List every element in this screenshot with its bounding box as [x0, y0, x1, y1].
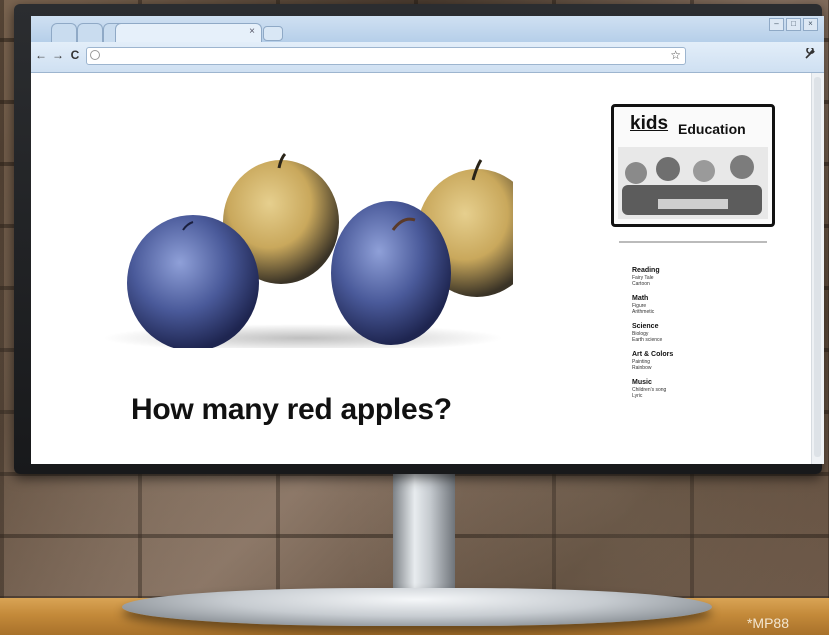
- minimize-button[interactable]: –: [769, 18, 784, 31]
- reload-icon[interactable]: C: [68, 48, 82, 62]
- menu-item-reading[interactable]: Reading: [632, 267, 752, 275]
- menu-item-science[interactable]: Science: [632, 323, 752, 331]
- menu-group-reading: Reading Fairy Tale Cartoon: [632, 267, 752, 287]
- menu-group-music: Music Children's song Lyric: [632, 379, 752, 399]
- menu-subitem[interactable]: Arithmetic: [632, 309, 752, 315]
- blue-apple-right: [331, 201, 451, 345]
- monitor-bezel: × – □ × ← → C ☆ How many red apples? kid…: [14, 4, 824, 474]
- maximize-button[interactable]: □: [786, 18, 801, 31]
- logo-education-text: Education: [678, 121, 746, 137]
- browser-tab[interactable]: [77, 23, 103, 43]
- menu-subitem[interactable]: Rainbow: [632, 365, 752, 371]
- back-arrow-icon[interactable]: ←: [34, 48, 48, 62]
- page-globe-icon: [90, 50, 100, 60]
- close-window-button[interactable]: ×: [803, 18, 818, 31]
- browser-tab-active[interactable]: ×: [115, 23, 262, 43]
- watermark-text: *MP88: [746, 615, 789, 631]
- address-bar[interactable]: ☆: [86, 47, 686, 65]
- menu-group-art: Art & Colors Painting Rainbow: [632, 351, 752, 371]
- sidebar-menu: Reading Fairy Tale Cartoon Math Figure A…: [632, 267, 752, 407]
- wrench-icon[interactable]: [804, 46, 816, 63]
- children-reading-photo: [618, 147, 768, 219]
- menu-item-music[interactable]: Music: [632, 379, 752, 387]
- window-controls: – □ ×: [769, 18, 818, 31]
- menu-subitem[interactable]: Lyric: [632, 393, 752, 399]
- logo-kids-text: kids: [630, 113, 669, 134]
- apples-illustration: [103, 152, 513, 348]
- menu-group-science: Science Biology Earth science: [632, 323, 752, 343]
- sidebar-divider: [619, 241, 767, 243]
- browser-toolbar: ← → C ☆: [31, 42, 824, 73]
- menu-item-math[interactable]: Math: [632, 295, 752, 303]
- browser-tab[interactable]: [51, 23, 77, 43]
- bookmark-star-icon[interactable]: ☆: [670, 48, 681, 62]
- menu-item-art-colors[interactable]: Art & Colors: [632, 351, 752, 359]
- monitor-stand-base: [122, 588, 712, 626]
- web-page-content: How many red apples? kids Education Read…: [31, 73, 809, 464]
- forward-arrow-icon[interactable]: →: [51, 48, 65, 62]
- new-tab-button[interactable]: [263, 26, 283, 41]
- tab-close-icon[interactable]: ×: [249, 26, 255, 37]
- blue-apple-left: [127, 215, 259, 348]
- menu-subitem[interactable]: Earth science: [632, 337, 752, 343]
- browser-window: × – □ × ← → C ☆ How many red apples? kid…: [31, 16, 824, 464]
- menu-subitem[interactable]: Cartoon: [632, 281, 752, 287]
- tab-strip: × – □ ×: [31, 16, 824, 43]
- menu-group-math: Math Figure Arithmetic: [632, 295, 752, 315]
- scrollbar-thumb[interactable]: [814, 77, 821, 457]
- monitor-stand-neck: [393, 470, 455, 595]
- kids-education-logo[interactable]: kids Education: [611, 104, 775, 227]
- vertical-scrollbar[interactable]: [811, 73, 824, 464]
- question-heading: How many red apples?: [131, 393, 452, 426]
